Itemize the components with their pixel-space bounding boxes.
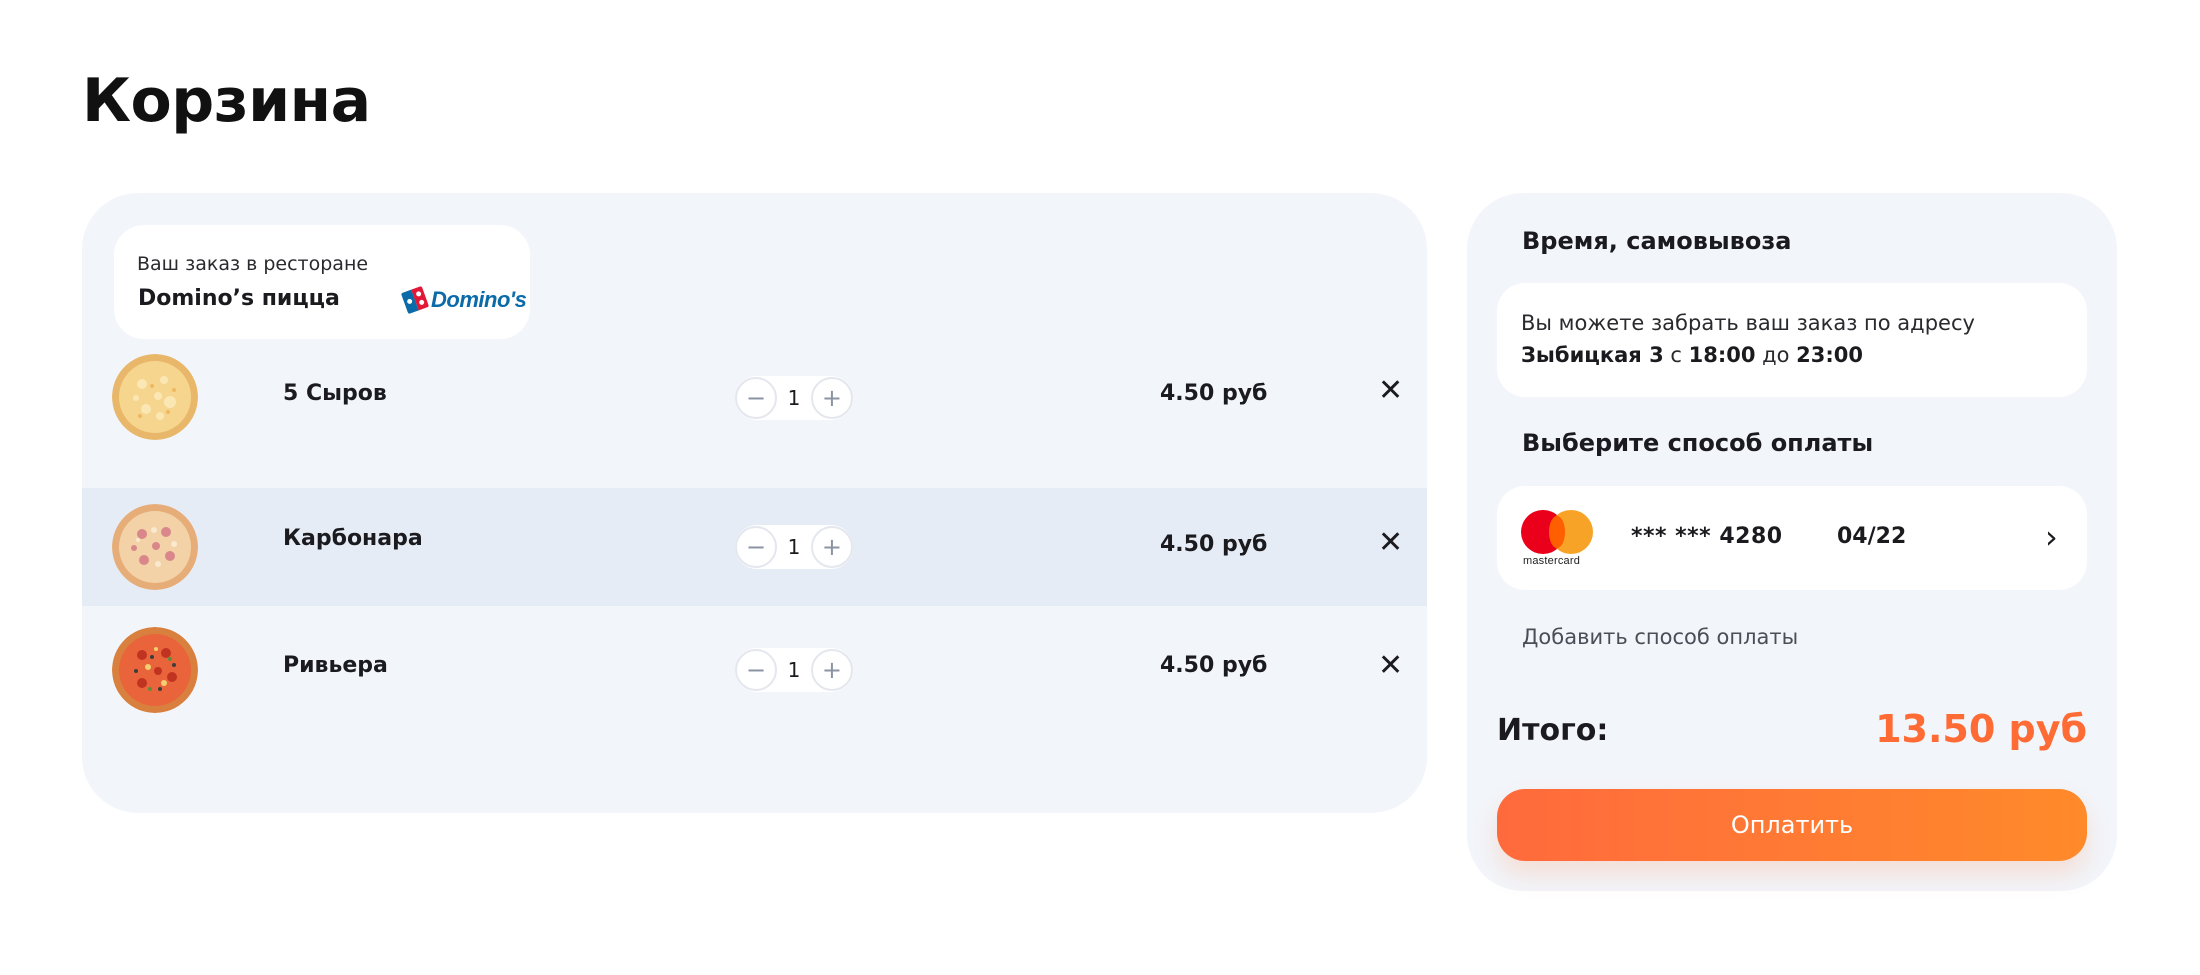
decrement-button[interactable]: −: [735, 377, 777, 419]
remove-item-button[interactable]: ✕: [1378, 376, 1403, 406]
pickup-to-word: до: [1755, 343, 1797, 367]
item-price: 4.50 руб: [1160, 381, 1268, 406]
page-title: Корзина: [82, 66, 371, 136]
restaurant-caption: Ваш заказ в ресторане: [137, 253, 369, 275]
item-name: Ривьера: [283, 653, 388, 678]
increment-button[interactable]: +: [810, 526, 853, 568]
quantity-stepper: − 1 +: [735, 648, 853, 692]
pickup-to-time: 23:00: [1796, 343, 1864, 367]
mastercard-text: mastercard: [1523, 555, 1581, 567]
cart-panel: Ваш заказ в ресторане Domino’s пицца Dom…: [82, 193, 1427, 813]
total-value: 13.50 руб: [1875, 707, 2087, 751]
pickup-text: Вы можете забрать ваш заказ по адресу: [1521, 311, 1975, 335]
decrement-button[interactable]: −: [735, 526, 777, 568]
cart-row: 5 Сыров − 1 + 4.50 руб ✕: [82, 338, 1427, 456]
add-payment-link[interactable]: Добавить способ оплаты: [1522, 625, 1798, 649]
quantity-value: 1: [787, 658, 801, 682]
pickup-address: Зыбицкая 3: [1521, 343, 1664, 367]
pickup-heading: Время, самовывоза: [1522, 227, 1792, 255]
item-price: 4.50 руб: [1160, 532, 1268, 557]
dominos-logo-text: Domino's: [431, 287, 527, 312]
card-number: *** *** 4280: [1631, 524, 1783, 549]
decrement-button[interactable]: −: [735, 649, 777, 691]
card-expiry: 04/22: [1837, 524, 1907, 549]
quantity-stepper: − 1 +: [735, 525, 853, 569]
quantity-stepper: − 1 +: [735, 376, 853, 420]
pay-button[interactable]: Оплатить: [1497, 789, 2087, 861]
payment-card-row[interactable]: mastercard *** *** 4280 04/22 ›: [1497, 486, 2087, 590]
pizza-riviera-icon: [112, 627, 198, 713]
pizza-carbonara-icon: [112, 504, 198, 590]
pickup-from-word: с: [1663, 343, 1689, 367]
remove-item-button[interactable]: ✕: [1378, 528, 1403, 558]
item-name: 5 Сыров: [283, 381, 387, 406]
dominos-logo: Domino's: [400, 285, 527, 315]
increment-button[interactable]: +: [810, 377, 853, 419]
increment-button[interactable]: +: [810, 649, 853, 691]
payment-heading: Выберите способ оплаты: [1522, 429, 1874, 457]
pickup-from-time: 18:00: [1688, 343, 1756, 367]
item-price: 4.50 руб: [1160, 653, 1268, 678]
restaurant-name: Domino’s пицца: [138, 286, 340, 311]
cart-row: Ривьера − 1 + 4.50 руб ✕: [82, 608, 1427, 726]
total-label: Итого:: [1497, 713, 1609, 748]
item-name: Карбонара: [283, 526, 423, 551]
cart-row: Карбонара − 1 + 4.50 руб ✕: [82, 488, 1427, 606]
dominos-tile-icon: [400, 285, 430, 315]
quantity-value: 1: [787, 386, 801, 410]
pizza-cheese-icon: [112, 354, 198, 440]
checkout-panel: Время, самовывоза Вы можете забрать ваш …: [1467, 193, 2117, 891]
pickup-card: Вы можете забрать ваш заказ по адресу Зы…: [1497, 283, 2087, 397]
chevron-right-icon[interactable]: ›: [2045, 518, 2058, 556]
quantity-value: 1: [787, 535, 801, 559]
restaurant-card: Ваш заказ в ресторане Domino’s пицца Dom…: [114, 225, 530, 339]
pickup-details: Зыбицкая 3 с 18:00 до 23:00: [1521, 343, 1863, 367]
mastercard-icon: mastercard: [1521, 510, 1595, 567]
remove-item-button[interactable]: ✕: [1378, 651, 1403, 681]
